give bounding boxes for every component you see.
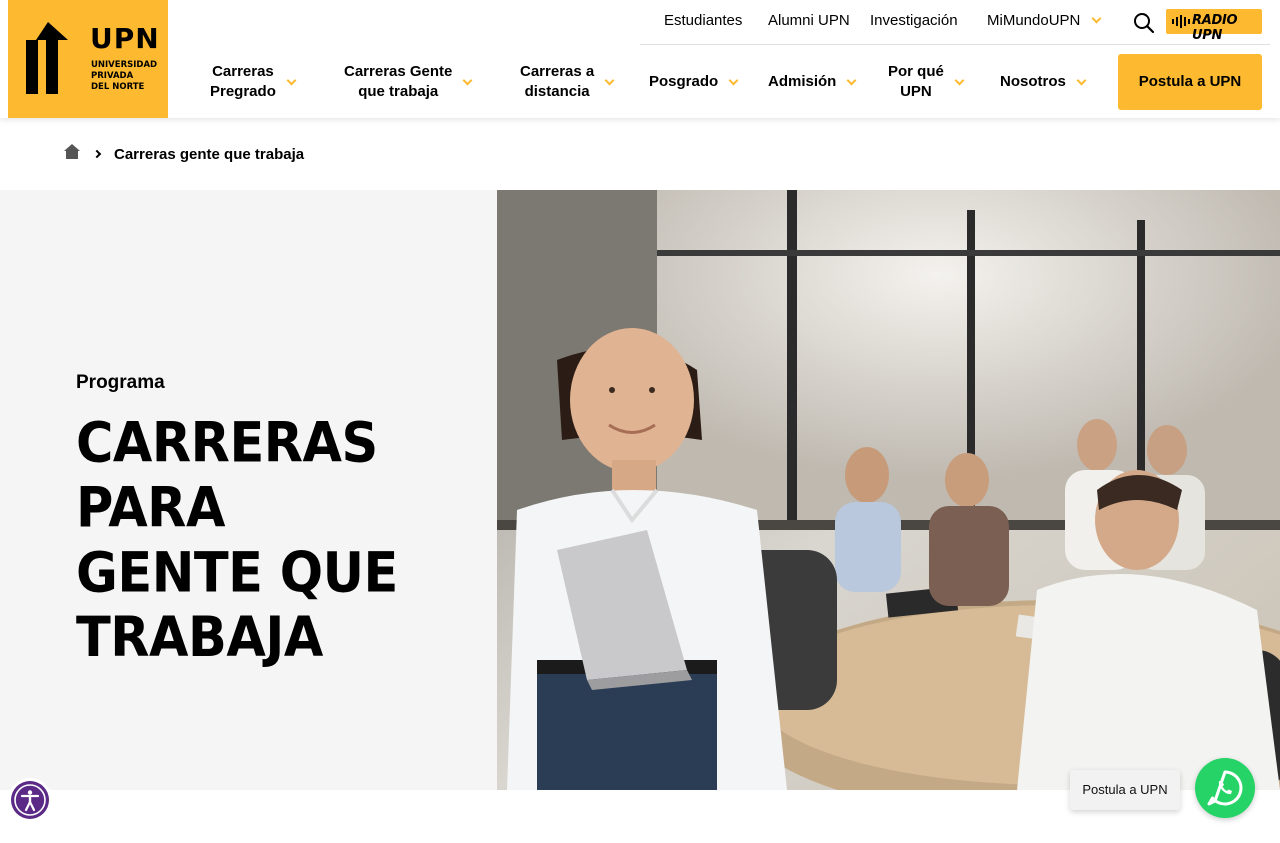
nav-label: Admisión xyxy=(768,73,837,90)
top-link-mimundoupn-label: MiMundoUPN xyxy=(987,12,1081,29)
site-header: UPN UNIVERSIDAD PRIVADA DEL NORTE Estudi… xyxy=(0,0,1280,118)
logo-subtitle: UNIVERSIDAD PRIVADA DEL NORTE xyxy=(91,60,158,92)
chevron-right-icon xyxy=(92,149,102,159)
chevron-down-icon xyxy=(1091,13,1101,24)
whatsapp-label[interactable]: Postula a UPN xyxy=(1070,770,1180,810)
logo-arrow-icon xyxy=(26,22,68,94)
nav-posgrado[interactable]: Posgrado xyxy=(649,60,749,104)
home-icon[interactable] xyxy=(64,144,80,164)
top-link-investigacion[interactable]: Investigación xyxy=(870,12,958,29)
chevron-down-icon xyxy=(1076,75,1087,85)
top-link-estudiantes[interactable]: Estudiantes xyxy=(664,12,742,29)
hero-eyebrow: Programa xyxy=(76,372,165,393)
office-meeting-photo xyxy=(497,190,1280,790)
nav-admision[interactable]: Admisión xyxy=(768,60,868,104)
accessibility-button[interactable] xyxy=(8,778,52,822)
nav-carreras-pregrado[interactable]: Carreras Pregrado xyxy=(210,60,320,104)
chevron-down-icon xyxy=(846,75,857,85)
nav-label: Nosotros xyxy=(1000,73,1066,90)
chevron-down-icon xyxy=(604,75,615,85)
breadcrumb-current: Carreras gente que trabaja xyxy=(114,145,305,163)
hero-title: CARRERAS PARA GENTE QUE TRABAJA xyxy=(76,412,398,671)
postula-button[interactable]: Postula a UPN xyxy=(1118,54,1262,110)
radio-upn-button[interactable]: RADIO UPN xyxy=(1166,9,1262,43)
hero-text-panel: Programa CARRERAS PARA GENTE QUE TRABAJA xyxy=(0,190,497,790)
utility-bar: Estudiantes Alumni UPN Investigación MiM… xyxy=(640,0,1270,45)
chevron-down-icon xyxy=(286,75,297,85)
top-link-alumni[interactable]: Alumni UPN xyxy=(768,12,850,29)
breadcrumb: Carreras gente que trabaja xyxy=(64,143,304,165)
nav-label: Por qué UPN xyxy=(888,63,944,100)
nav-carreras-a-distancia[interactable]: Carreras a distancia xyxy=(520,60,630,104)
nav-carreras-gente-que-trabaja[interactable]: Carreras Gente que trabaja xyxy=(344,60,500,104)
nav-label: Carreras a distancia xyxy=(520,63,595,100)
nav-por-que-upn[interactable]: Por qué UPN xyxy=(888,60,982,104)
nav-label: Carreras Pregrado xyxy=(210,63,276,100)
logo-wordmark: UPN xyxy=(90,22,160,55)
nav-nosotros[interactable]: Nosotros xyxy=(1000,60,1100,104)
nav-label: Carreras Gente que trabaja xyxy=(344,63,453,100)
hero-photo xyxy=(497,190,1280,790)
whatsapp-button[interactable] xyxy=(1195,758,1255,818)
whatsapp-icon xyxy=(1207,770,1243,806)
search-icon[interactable] xyxy=(1133,12,1155,34)
radio-upn-label: RADIO UPN xyxy=(1192,13,1238,43)
chevron-down-icon xyxy=(462,75,473,85)
accessibility-icon xyxy=(11,781,49,819)
chevron-down-icon xyxy=(728,75,739,85)
nav-label: Posgrado xyxy=(649,73,719,90)
top-link-mimundoupn[interactable]: MiMundoUPN xyxy=(987,12,1101,29)
chevron-down-icon xyxy=(954,75,965,85)
sound-wave-icon xyxy=(1172,15,1190,28)
upn-logo[interactable]: UPN UNIVERSIDAD PRIVADA DEL NORTE xyxy=(8,0,168,118)
